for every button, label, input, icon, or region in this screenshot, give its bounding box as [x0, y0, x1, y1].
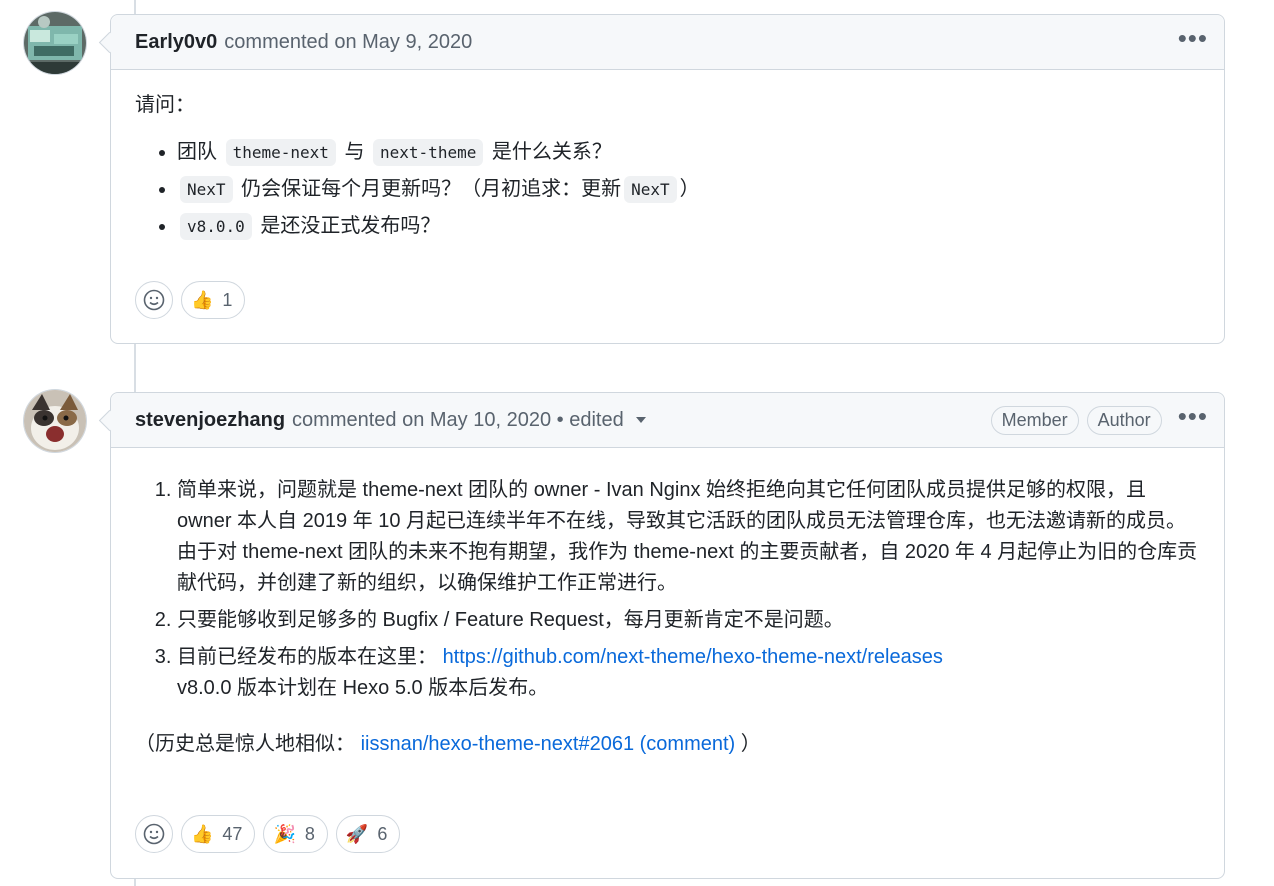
reaction-hooray-button[interactable]: 🎉 8 — [263, 815, 328, 853]
releases-link[interactable]: https://github.com/next-theme/hexo-theme… — [443, 646, 943, 668]
comment-intro: 请问： — [135, 94, 195, 116]
list-item: 团队 theme-next 与 next-theme 是什么关系？ — [177, 137, 1200, 168]
reaction-thumbs-up-button[interactable]: 👍 1 — [181, 281, 246, 319]
reaction-count: 47 — [222, 823, 243, 844]
history-note: （历史总是惊人地相似： iissnan/hexo-theme-next#2061… — [135, 733, 761, 755]
reaction-count: 8 — [304, 823, 315, 844]
comment-card: stevenjoezhang commented on May 10, 2020… — [98, 392, 1225, 879]
comment-body: 简单来说，问题就是 theme-next 团队的 owner - Ivan Ng… — [111, 448, 1224, 760]
thumbs-up-icon: 👍 — [191, 823, 214, 844]
inline-code: NexT — [624, 176, 677, 203]
comment-header: stevenjoezhang commented on May 10, 2020… — [111, 393, 1224, 448]
avatar[interactable] — [24, 390, 86, 452]
reactions-bar: 👍 47 🎉 8 🚀 6 — [111, 815, 424, 853]
inline-code: NexT — [180, 176, 233, 203]
smiley-icon — [143, 289, 165, 311]
member-badge: Member — [990, 405, 1079, 435]
list-item: 只要能够收到足够多的 Bugfix / Feature Request，每月更新… — [177, 605, 1200, 636]
comment-author[interactable]: stevenjoezhang — [135, 409, 285, 432]
chevron-down-icon[interactable] — [635, 417, 646, 423]
reaction-count: 1 — [222, 289, 233, 310]
timeline-line — [134, 0, 136, 14]
list-item: v8.0.0 是还没正式发布吗？ — [177, 211, 1200, 242]
list-item: NexT 仍会保证每个月更新吗？（月初追求：更新NexT） — [177, 174, 1200, 205]
comment-author[interactable]: Early0v0 — [135, 31, 217, 54]
add-reaction-button[interactable] — [135, 815, 173, 853]
reaction-thumbs-up-button[interactable]: 👍 47 — [181, 815, 256, 853]
avatar[interactable] — [24, 12, 86, 74]
kebab-menu-icon[interactable]: ••• — [1178, 403, 1208, 437]
reaction-count: 6 — [377, 823, 388, 844]
smiley-icon — [143, 823, 165, 845]
timeline-line — [134, 344, 136, 392]
party-popper-icon: 🎉 — [273, 823, 296, 844]
comment-timestamp[interactable]: commented on May 10, 2020 • edited — [292, 409, 624, 432]
inline-code: theme-next — [225, 139, 336, 166]
list-item: 目前已经发布的版本在这里： https://github.com/next-th… — [177, 642, 1200, 704]
inline-code: next-theme — [373, 139, 484, 166]
comment-card: Early0v0 commented on May 9, 2020 ••• 请问… — [98, 14, 1225, 344]
timeline-line — [134, 878, 136, 886]
history-link[interactable]: iissnan/hexo-theme-next#2061 (comment) — [361, 733, 736, 755]
reactions-bar: 👍 1 — [111, 281, 269, 319]
rocket-icon: 🚀 — [345, 823, 369, 844]
question-list: 团队 theme-next 与 next-theme 是什么关系？ NexT 仍… — [135, 137, 1200, 242]
kebab-menu-icon[interactable]: ••• — [1178, 25, 1208, 59]
author-badge: Author — [1086, 405, 1162, 435]
inline-code: v8.0.0 — [180, 213, 252, 240]
thumbs-up-icon: 👍 — [191, 289, 214, 310]
answer-list: 简单来说，问题就是 theme-next 团队的 owner - Ivan Ng… — [135, 475, 1200, 704]
reaction-rocket-button[interactable]: 🚀 6 — [335, 815, 401, 853]
list-item: 简单来说，问题就是 theme-next 团队的 owner - Ivan Ng… — [177, 475, 1200, 599]
comment-body: 请问： 团队 theme-next 与 next-theme 是什么关系？ Ne… — [111, 70, 1224, 242]
comment-timestamp[interactable]: commented on May 9, 2020 — [224, 31, 472, 54]
comment-header: Early0v0 commented on May 9, 2020 ••• — [111, 15, 1224, 70]
add-reaction-button[interactable] — [135, 281, 173, 319]
